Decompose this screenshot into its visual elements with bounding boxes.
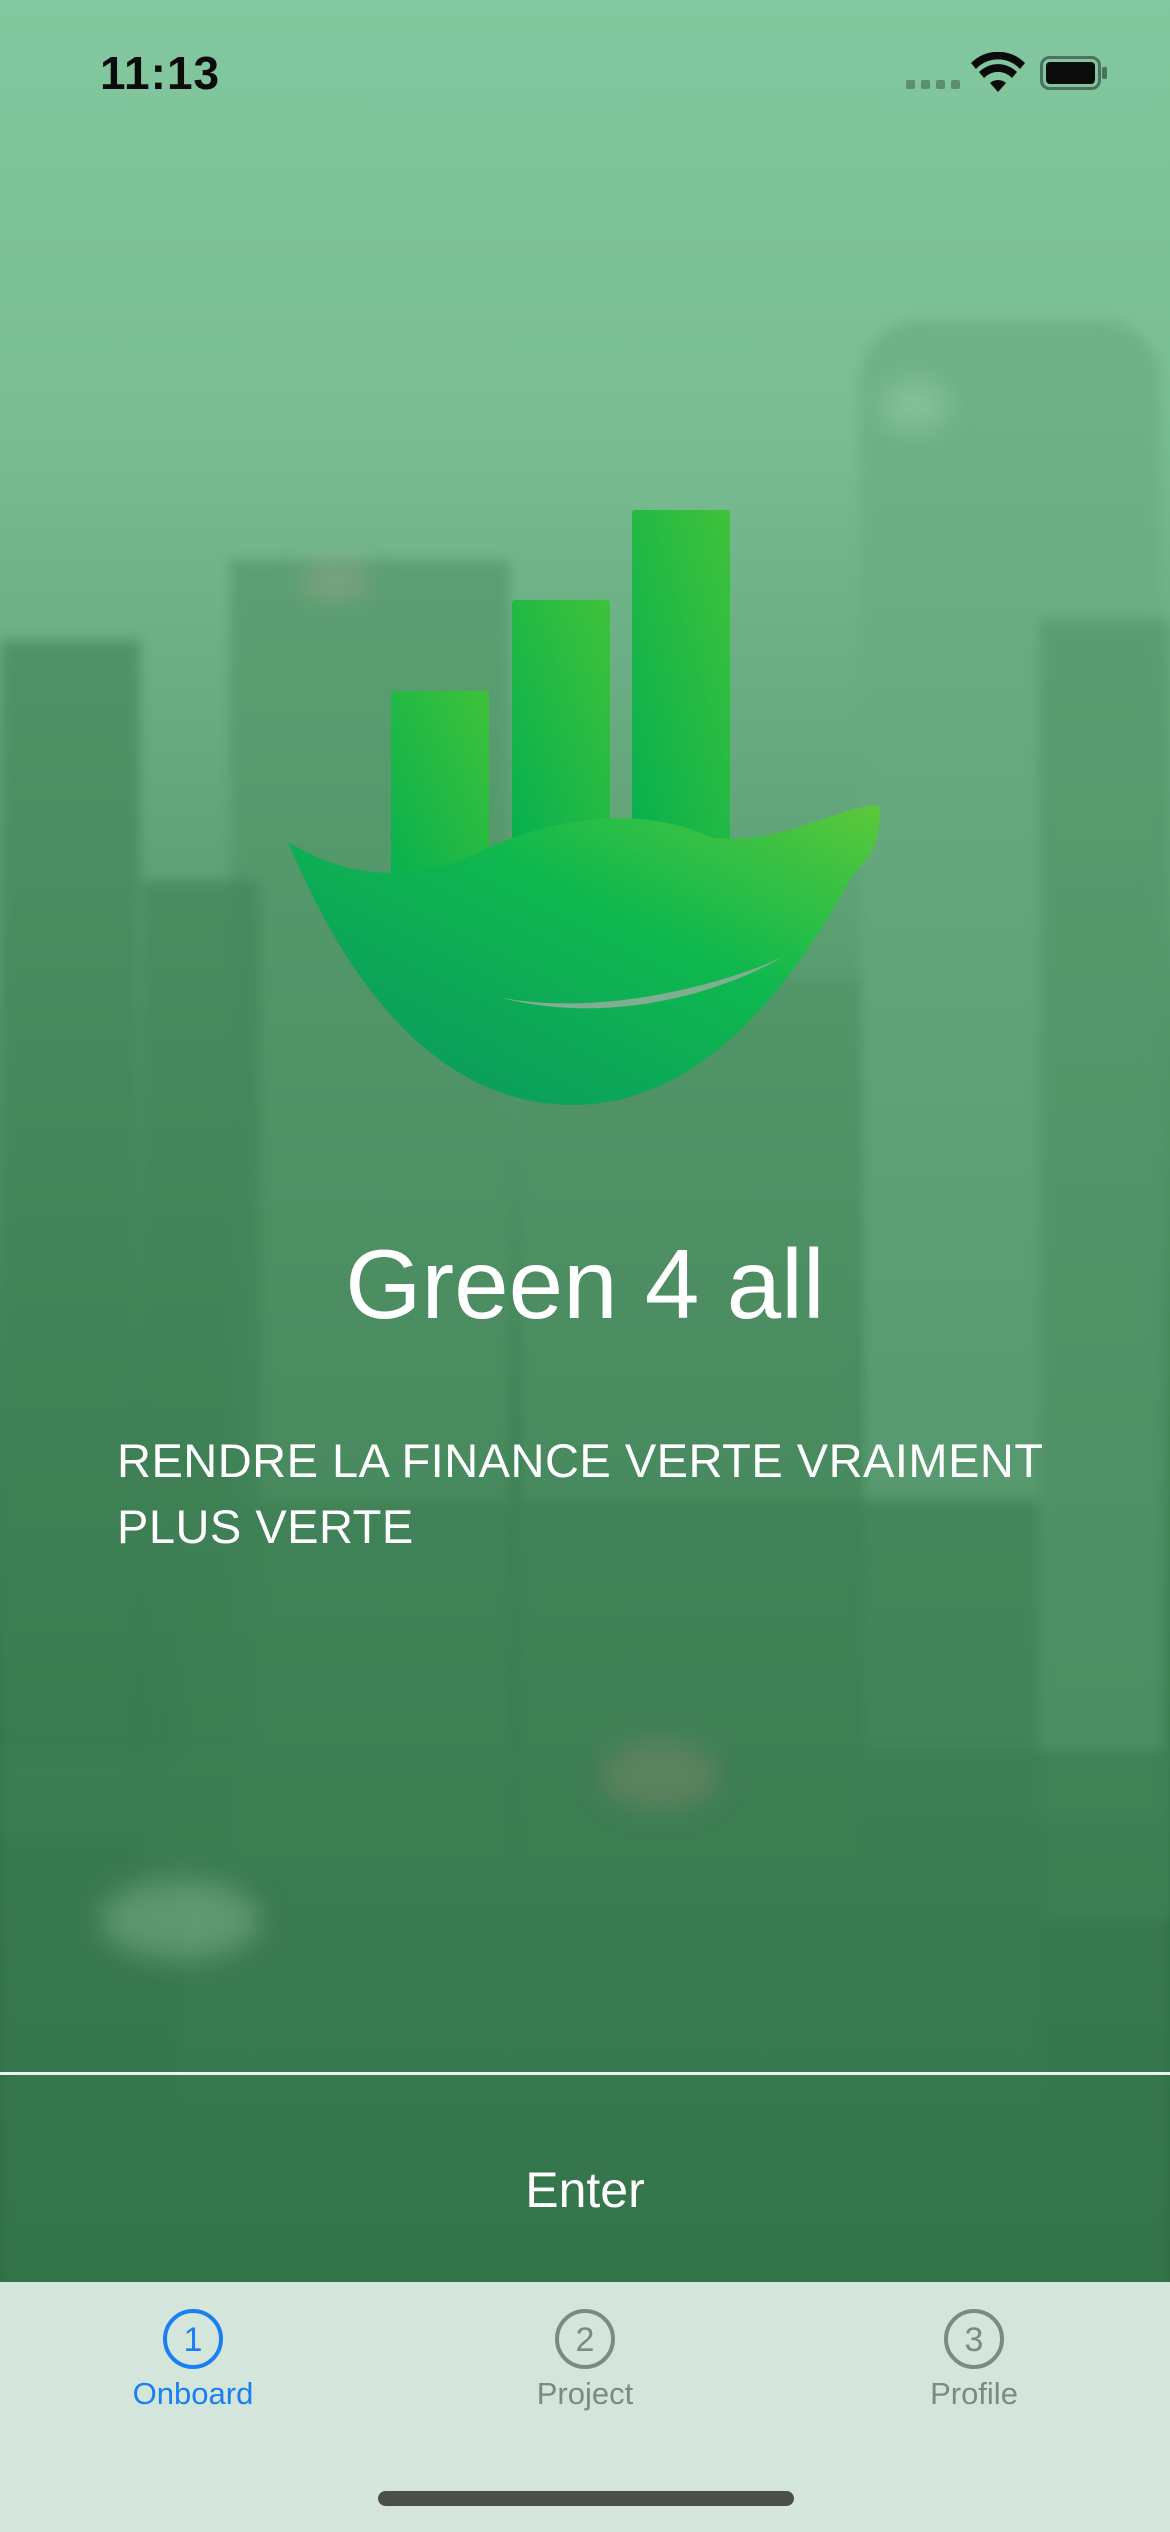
wifi-icon	[971, 52, 1025, 92]
status-time: 11:13	[100, 47, 221, 99]
signal-icon	[906, 80, 960, 89]
svg-text:1: 1	[184, 2321, 203, 2359]
battery-icon	[1040, 56, 1107, 90]
leaf-chart-logo	[288, 510, 880, 1105]
svg-text:3: 3	[965, 2321, 984, 2359]
app-title: Green 4 all	[345, 1229, 825, 1339]
tab-label-project: Project	[536, 2376, 634, 2411]
divider	[0, 2072, 1170, 2075]
tab-profile[interactable]: 3 Profile	[824, 2308, 1124, 2448]
tab-bar: 1 Onboard 2 Project 3 Profile	[0, 2282, 1170, 2532]
status-bar: 11:13	[0, 0, 1170, 150]
tab-label-onboard: Onboard	[132, 2376, 254, 2411]
city-background	[0, 0, 1170, 2282]
enter-button[interactable]: Enter	[0, 2150, 1170, 2230]
home-indicator[interactable]	[378, 2491, 794, 2506]
tagline: RENDRE LA FINANCE VERTE VRAIMENT PLUS VE…	[117, 1434, 1043, 1553]
number-1-circle-icon: 1	[163, 2309, 223, 2369]
tab-project[interactable]: 2 Project	[435, 2308, 735, 2448]
svg-text:2: 2	[576, 2321, 595, 2359]
onboard-screen: 11:13 Green 4 all RENDRE LA FINANCE VERT…	[0, 0, 1170, 2532]
tab-label-profile: Profile	[930, 2376, 1018, 2411]
tab-onboard[interactable]: 1 Onboard	[43, 2308, 343, 2448]
number-3-circle-icon: 3	[944, 2309, 1004, 2369]
number-2-circle-icon: 2	[555, 2309, 615, 2369]
